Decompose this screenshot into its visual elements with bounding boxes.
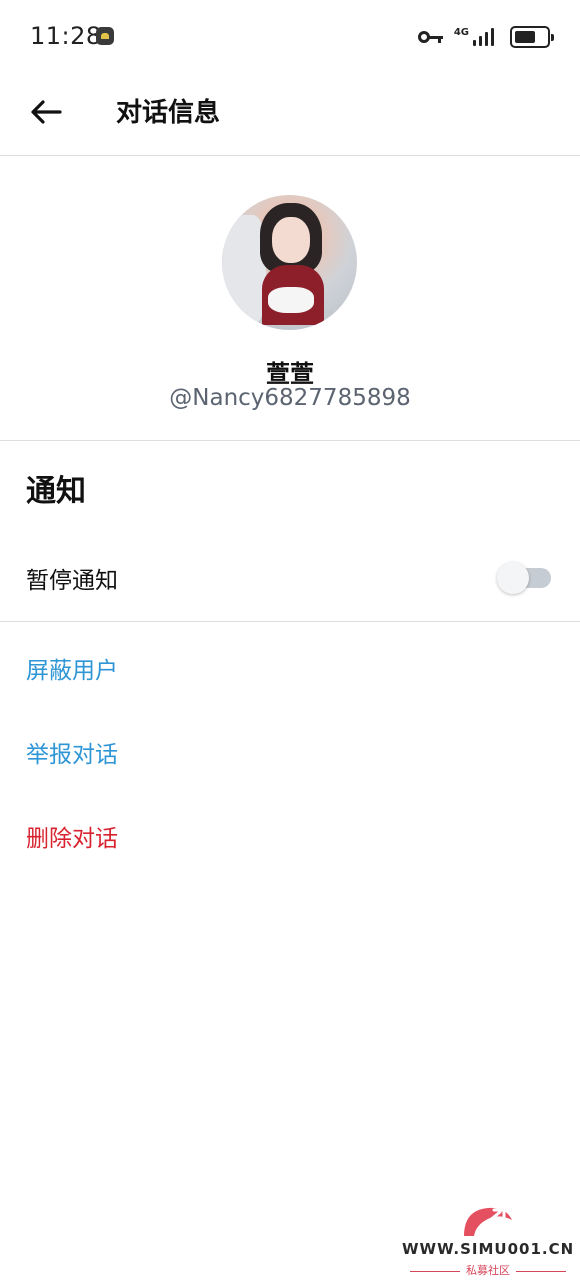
display-name: 萱萱 — [266, 360, 314, 388]
status-icons: 4G — [417, 24, 554, 50]
page-title: 对话信息 — [116, 98, 221, 128]
profile-section: 萱萱 @Nancy6827785898 — [0, 157, 580, 441]
watermark-url: WWW.SIMU001.CN — [402, 1240, 575, 1258]
mute-notifications-row[interactable]: 暂停通知 — [0, 534, 580, 622]
watermark-subtitle-text: 私募社区 — [466, 1264, 510, 1277]
watermark-subtitle: 私募社区 — [402, 1262, 574, 1278]
battery-icon — [510, 26, 554, 48]
user-handle: @Nancy6827785898 — [169, 385, 411, 411]
notifications-section-title: 通知 — [26, 474, 86, 509]
block-user-button[interactable]: 屏蔽用户 — [26, 651, 118, 685]
network-type-label: 4G — [453, 27, 469, 38]
report-conversation-button[interactable]: 举报对话 — [26, 735, 118, 769]
watermark-logo-icon — [464, 1207, 512, 1236]
mute-notifications-label: 暂停通知 — [26, 568, 118, 594]
app-notification-icon — [96, 27, 114, 45]
signal-icon: 4G — [454, 28, 494, 46]
back-button[interactable] — [28, 94, 64, 130]
delete-conversation-button[interactable]: 删除对话 — [26, 819, 118, 853]
status-bar: 11:28 4G — [0, 0, 580, 72]
watermark: WWW.SIMU001.CN 私募社区 — [402, 1198, 574, 1278]
avatar[interactable] — [222, 195, 357, 330]
mute-notifications-toggle[interactable] — [497, 562, 551, 594]
status-time: 11:28 — [30, 22, 102, 50]
vpn-key-icon — [417, 30, 444, 44]
arrow-left-icon — [31, 100, 62, 124]
header: 对话信息 — [0, 72, 580, 156]
